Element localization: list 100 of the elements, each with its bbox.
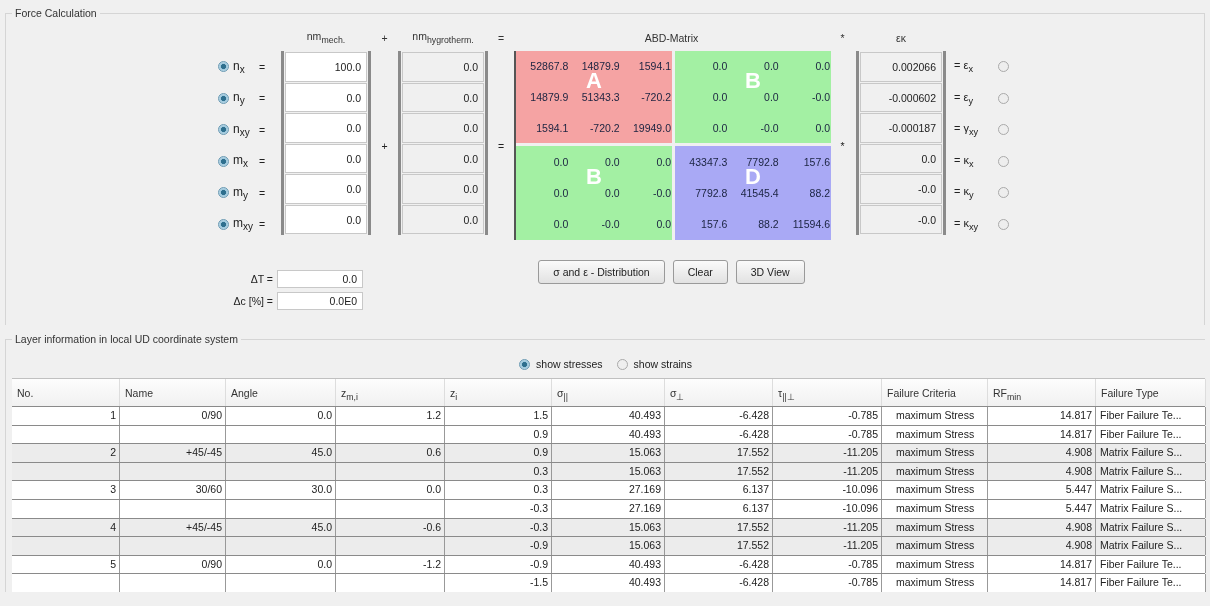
matrix-value: 41545.4: [739, 187, 779, 199]
table-cell: 1: [110, 409, 116, 421]
table-cell: Matrix Failure S...: [1100, 483, 1183, 496]
matrix-value: 19949.0: [632, 121, 671, 134]
matrix-value: 0.0: [711, 91, 728, 103]
radio-button[interactable]: [218, 92, 229, 104]
column-header[interactable]: Name: [120, 379, 226, 406]
value-field: -0.000602: [860, 82, 942, 112]
column-header[interactable]: τ$_{||⊥}$: [773, 379, 882, 406]
radio-button[interactable]: [998, 61, 1009, 73]
value-field: 0.0: [860, 143, 942, 173]
table-cell: +45/-45: [186, 446, 222, 459]
action-button[interactable]: 3D View: [735, 260, 805, 284]
radio-button[interactable]: [998, 218, 1009, 230]
table-cell: -0.785: [848, 557, 878, 570]
option-label[interactable]: show strains: [633, 358, 692, 370]
table-cell: maximum Stress: [896, 446, 975, 459]
matrix-value: 88.2: [757, 218, 779, 231]
matrix-value: -0.0: [600, 218, 620, 231]
action-button[interactable]: Clear: [672, 260, 728, 284]
table-cell: -1.2: [422, 557, 441, 570]
input-field[interactable]: 0.0E0: [277, 292, 363, 310]
matrix-value: 0.0: [711, 60, 728, 73]
value-field: 0.0: [402, 113, 484, 143]
input-field[interactable]: 0.0: [277, 270, 363, 288]
column-header[interactable]: σ$_{||}$: [552, 379, 665, 406]
table-cell: maximum Stress: [896, 501, 975, 514]
matrix-value: -0.0: [651, 187, 671, 199]
input-field[interactable]: 100.0: [285, 52, 367, 82]
table-cell: 4.908: [1065, 464, 1092, 477]
matrix-value: 0.0: [604, 187, 620, 199]
table-cell: 0.0: [317, 557, 332, 570]
table-cell: 4.908: [1065, 539, 1092, 552]
table-cell: 40.493: [628, 409, 661, 421]
quadrant-letter: D: [745, 169, 761, 185]
column-header: nm$_{mech.}$: [306, 30, 346, 46]
table-cell: 6.137: [742, 501, 769, 514]
table-cell: Fiber Failure Te...: [1100, 409, 1182, 421]
column-header[interactable]: σ$_{⊥}$: [665, 379, 773, 406]
column-header[interactable]: Angle: [226, 379, 336, 406]
matrix-value: 52867.8: [529, 60, 569, 73]
radio-button[interactable]: [218, 218, 229, 230]
table-cell: -6.428: [739, 427, 769, 440]
table-cell: 0.9: [533, 427, 548, 440]
matrix-value: 0.0: [711, 121, 728, 134]
matrix-value: 51343.3: [580, 91, 620, 103]
radio-button[interactable]: [218, 187, 229, 199]
plus-sign: +: [381, 139, 388, 152]
table-cell: -11.205: [843, 446, 878, 459]
table-cell: maximum Stress: [896, 464, 975, 477]
input-field[interactable]: 0.0: [285, 174, 367, 204]
input-field[interactable]: 0.0: [285, 113, 367, 143]
matrix-value: -0.0: [759, 121, 779, 134]
table-cell: 4.908: [1065, 446, 1092, 459]
radio-button[interactable]: [616, 358, 628, 370]
multiply-sign: *: [840, 139, 845, 152]
value-field: 0.0: [402, 204, 484, 234]
column-header[interactable]: z$_{m,i}$: [336, 379, 445, 406]
radio-button[interactable]: [519, 358, 531, 370]
radio-button[interactable]: [998, 155, 1009, 167]
matrix-value: 7792.8: [745, 155, 779, 168]
equals-sign: =: [259, 123, 267, 136]
radio-button[interactable]: [218, 155, 229, 167]
column-header[interactable]: z$_{i}$: [445, 379, 552, 406]
input-field[interactable]: 0.0: [285, 143, 367, 173]
value-field: -0.0: [860, 174, 942, 204]
column-header[interactable]: No.: [12, 379, 120, 406]
column-header[interactable]: Failure Criteria: [882, 379, 988, 406]
radio-button[interactable]: [998, 124, 1009, 136]
panel-title: Force Calculation: [12, 7, 100, 20]
matrix-value: 14879.9: [580, 60, 620, 73]
input-field[interactable]: 0.0: [285, 82, 367, 112]
table-cell: 0.6: [426, 446, 441, 459]
load-label: m$_{y}$: [233, 184, 249, 201]
input-field[interactable]: 0.0: [285, 204, 367, 234]
load-label: m$_{x}$: [233, 153, 249, 170]
value-field: 0.0: [402, 52, 484, 82]
action-button[interactable]: σ and ε - Distribution: [538, 260, 665, 284]
matrix-value: 0.0: [763, 91, 779, 103]
matrix-title: ABD-Matrix: [644, 32, 699, 44]
matrix-value: 11594.6: [791, 218, 830, 231]
table-cell: Matrix Failure S...: [1100, 501, 1183, 514]
equals-sign: =: [259, 92, 267, 105]
table-cell: 15.063: [628, 464, 661, 477]
table-cell: Fiber Failure Te...: [1100, 557, 1182, 570]
table-cell: 2: [110, 446, 116, 459]
equals-sign: =: [497, 139, 505, 152]
column-header[interactable]: RF$_{min}$: [988, 379, 1096, 406]
value-field: 0.0: [402, 82, 484, 112]
plus-sign: +: [381, 32, 388, 44]
radio-button[interactable]: [218, 124, 229, 136]
radio-button[interactable]: [998, 187, 1009, 199]
table-cell: 27.169: [628, 501, 661, 514]
column-header[interactable]: Failure Type: [1096, 379, 1206, 406]
table-cell: Matrix Failure S...: [1100, 539, 1183, 552]
radio-button[interactable]: [998, 92, 1009, 104]
radio-button[interactable]: [218, 61, 229, 73]
strain-label: = κ$_{y}$: [954, 185, 975, 201]
table-cell: Matrix Failure S...: [1100, 520, 1183, 533]
option-label[interactable]: show stresses: [536, 358, 603, 370]
